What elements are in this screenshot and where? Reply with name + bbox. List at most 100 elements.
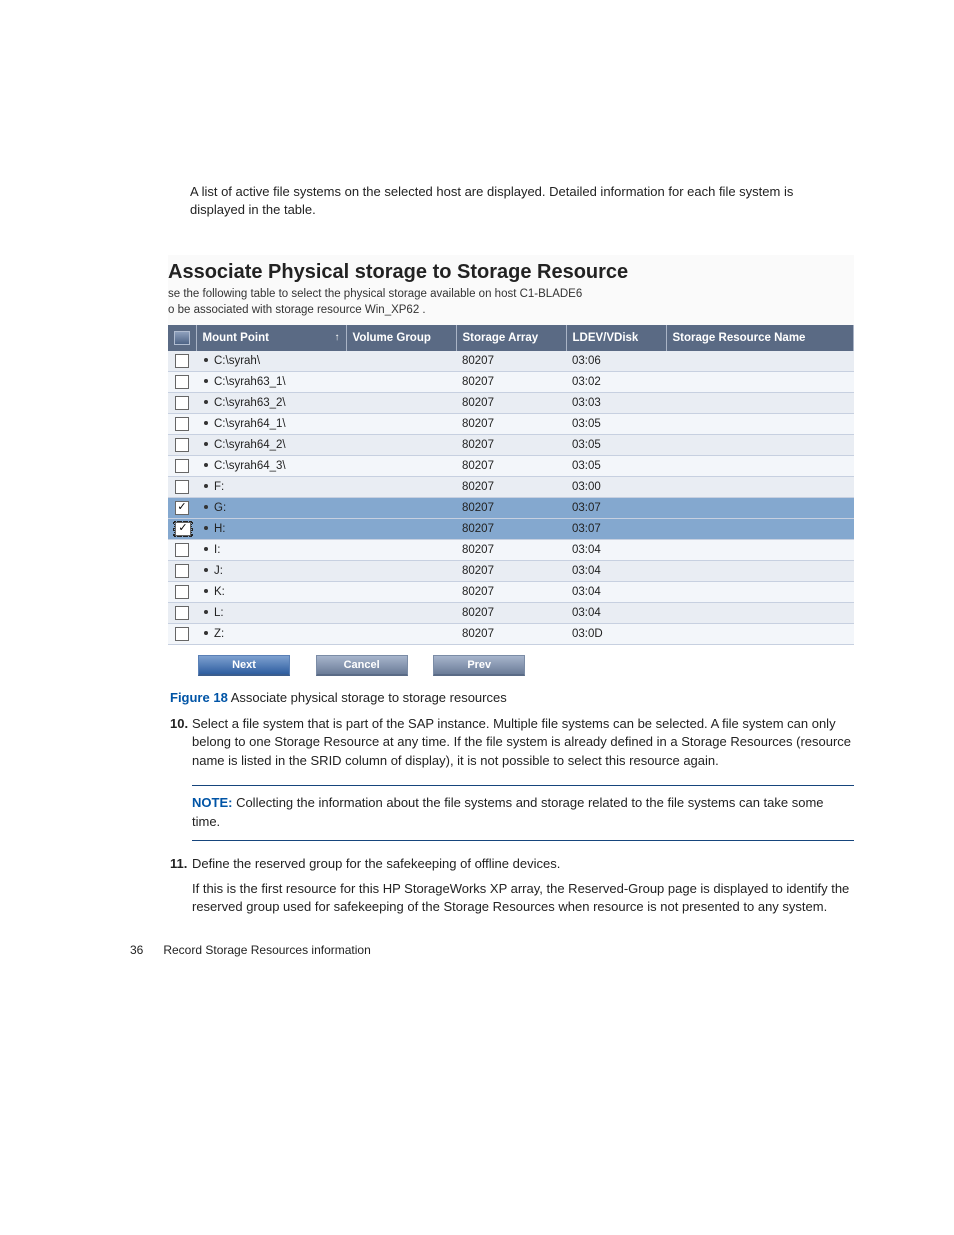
checkbox-icon xyxy=(175,606,189,620)
cell-mount-point: G: xyxy=(196,497,346,518)
row-checkbox[interactable] xyxy=(168,602,196,623)
table-row[interactable]: L:8020703:04 xyxy=(168,602,854,623)
table-row[interactable]: Z: 8020703:0D xyxy=(168,623,854,644)
row-checkbox[interactable] xyxy=(168,392,196,413)
checkbox-icon xyxy=(175,396,189,410)
bullet-icon xyxy=(204,463,208,467)
row-checkbox[interactable] xyxy=(168,497,196,518)
wizard-buttons: Next Cancel Prev xyxy=(168,645,854,680)
table-row[interactable]: H:8020703:07 xyxy=(168,518,854,539)
table-row[interactable]: C:\syrah63_1\8020703:02 xyxy=(168,371,854,392)
cell-storage-array: 80207 xyxy=(456,455,566,476)
table-row[interactable]: G:8020703:07 xyxy=(168,497,854,518)
prev-button[interactable]: Prev xyxy=(433,655,525,676)
col-storage-resource-name[interactable]: Storage Resource Name xyxy=(666,325,854,351)
cell-volume-group xyxy=(346,581,456,602)
cell-storage-array: 80207 xyxy=(456,539,566,560)
cell-storage-resource-name xyxy=(666,623,854,644)
cell-ldev-vdisk: 03:04 xyxy=(566,581,666,602)
next-button[interactable]: Next xyxy=(198,655,290,676)
cell-volume-group xyxy=(346,351,456,372)
row-checkbox[interactable] xyxy=(168,581,196,602)
cell-volume-group xyxy=(346,413,456,434)
cell-mount-point: Z: xyxy=(196,623,346,644)
cell-mount-point: C:\syrah63_1\ xyxy=(196,371,346,392)
cell-ldev-vdisk: 03:02 xyxy=(566,371,666,392)
col-ldev-vdisk[interactable]: LDEV/VDisk xyxy=(566,325,666,351)
table-row[interactable]: C:\syrah64_1\8020703:05 xyxy=(168,413,854,434)
cell-storage-array: 80207 xyxy=(456,602,566,623)
cell-ldev-vdisk: 03:03 xyxy=(566,392,666,413)
bullet-icon xyxy=(204,358,208,362)
row-checkbox[interactable] xyxy=(168,623,196,644)
screenshot-figure: Associate Physical storage to Storage Re… xyxy=(168,255,854,679)
col-storage-array[interactable]: Storage Array xyxy=(456,325,566,351)
cell-volume-group xyxy=(346,623,456,644)
bullet-icon xyxy=(204,442,208,446)
cell-volume-group xyxy=(346,539,456,560)
page-footer: 36 Record Storage Resources information xyxy=(130,943,854,957)
select-all-header[interactable] xyxy=(168,325,196,351)
note-box: NOTE: Collecting the information about t… xyxy=(192,785,854,841)
checkbox-icon xyxy=(175,564,189,578)
checkbox-icon xyxy=(175,375,189,389)
screenshot-subtitle: se the following table to select the phy… xyxy=(168,286,854,324)
checkbox-icon xyxy=(175,627,189,641)
table-header-row: Mount Point↑ Volume Group Storage Array … xyxy=(168,325,854,351)
table-row[interactable]: C:\syrah\8020703:06 xyxy=(168,351,854,372)
step-11: 11. Define the reserved group for the sa… xyxy=(170,855,854,918)
page-number: 36 xyxy=(130,943,160,957)
cell-ldev-vdisk: 03:0D xyxy=(566,623,666,644)
cell-storage-resource-name xyxy=(666,434,854,455)
cell-storage-array: 80207 xyxy=(456,476,566,497)
cell-mount-point: C:\syrah64_2\ xyxy=(196,434,346,455)
cell-volume-group xyxy=(346,560,456,581)
screenshot-title: Associate Physical storage to Storage Re… xyxy=(168,255,854,286)
row-checkbox[interactable] xyxy=(168,413,196,434)
cell-volume-group xyxy=(346,455,456,476)
table-row[interactable]: J:8020703:04 xyxy=(168,560,854,581)
checkbox-icon xyxy=(175,417,189,431)
bullet-icon xyxy=(204,421,208,425)
table-row[interactable]: K:8020703:04 xyxy=(168,581,854,602)
intro-text: A list of active file systems on the sel… xyxy=(190,183,834,219)
row-checkbox[interactable] xyxy=(168,476,196,497)
cell-mount-point: C:\syrah\ xyxy=(196,351,346,372)
row-checkbox[interactable] xyxy=(168,518,196,539)
cell-storage-array: 80207 xyxy=(456,392,566,413)
figure-caption: Figure 18 Associate physical storage to … xyxy=(170,690,854,705)
row-checkbox[interactable] xyxy=(168,434,196,455)
cell-mount-point: F: xyxy=(196,476,346,497)
cell-storage-array: 80207 xyxy=(456,351,566,372)
cell-storage-resource-name xyxy=(666,581,854,602)
table-row[interactable]: C:\syrah64_3\ 8020703:05 xyxy=(168,455,854,476)
cell-mount-point: C:\syrah64_3\ xyxy=(196,455,346,476)
checkbox-icon xyxy=(175,522,191,536)
checkbox-icon xyxy=(175,501,189,515)
table-row[interactable]: I:8020703:04 xyxy=(168,539,854,560)
cell-storage-resource-name xyxy=(666,351,854,372)
col-mount-point[interactable]: Mount Point↑ xyxy=(196,325,346,351)
storage-table: Mount Point↑ Volume Group Storage Array … xyxy=(168,325,854,645)
col-volume-group[interactable]: Volume Group xyxy=(346,325,456,351)
checkbox-icon xyxy=(175,543,189,557)
cancel-button[interactable]: Cancel xyxy=(316,655,408,676)
cell-ldev-vdisk: 03:07 xyxy=(566,518,666,539)
row-checkbox[interactable] xyxy=(168,539,196,560)
cell-storage-resource-name xyxy=(666,518,854,539)
bullet-icon xyxy=(204,379,208,383)
table-row[interactable]: C:\syrah63_2\8020703:03 xyxy=(168,392,854,413)
sort-asc-icon: ↑ xyxy=(335,332,340,343)
table-row[interactable]: F:8020703:00 xyxy=(168,476,854,497)
row-checkbox[interactable] xyxy=(168,351,196,372)
bullet-icon xyxy=(204,631,208,635)
cell-storage-resource-name xyxy=(666,371,854,392)
row-checkbox[interactable] xyxy=(168,455,196,476)
row-checkbox[interactable] xyxy=(168,560,196,581)
cell-mount-point: J: xyxy=(196,560,346,581)
cell-storage-array: 80207 xyxy=(456,623,566,644)
table-row[interactable]: C:\syrah64_2\8020703:05 xyxy=(168,434,854,455)
row-checkbox[interactable] xyxy=(168,371,196,392)
cell-ldev-vdisk: 03:05 xyxy=(566,434,666,455)
cell-ldev-vdisk: 03:05 xyxy=(566,455,666,476)
